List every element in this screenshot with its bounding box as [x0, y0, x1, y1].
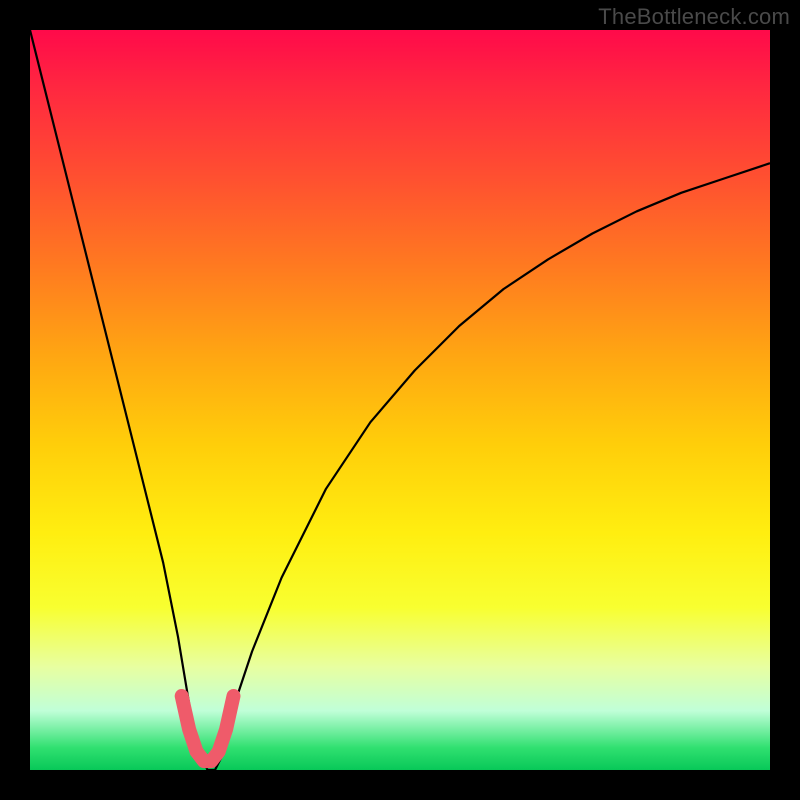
outer-frame: TheBottleneck.com	[0, 0, 800, 800]
curve-layer	[30, 30, 770, 770]
series-bottom-highlight	[182, 696, 234, 761]
series-bottleneck-curve	[30, 30, 770, 770]
watermark-text: TheBottleneck.com	[598, 4, 790, 30]
chart-svg	[0, 0, 800, 800]
